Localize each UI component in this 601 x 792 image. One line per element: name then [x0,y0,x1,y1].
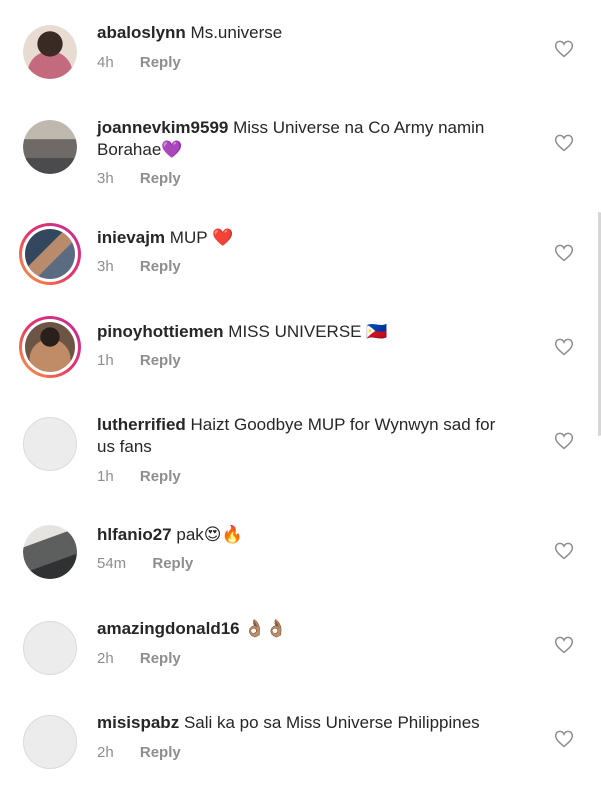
avatar-story-ring[interactable] [19,223,81,285]
reply-button[interactable]: Reply [140,468,181,485]
comment-body: joannevkim9599 Miss Universe na Co Army … [97,117,517,161]
comment-meta: 1h Reply [97,468,181,485]
reply-button[interactable]: Reply [152,555,193,572]
comment-username[interactable]: joannevkim9599 [97,118,228,137]
comment-username[interactable]: amazingdonald16 [97,619,240,638]
comment-body: pinoyhottiemen MISS UNIVERSE 🇵🇭 [97,321,517,343]
avatar-photo [23,120,77,174]
avatar[interactable] [23,715,77,769]
comment-text: MUP ❤️ [169,228,234,247]
avatar-photo [23,525,77,579]
reply-button[interactable]: Reply [140,258,181,275]
heart-outline-icon[interactable] [554,39,574,58]
reply-button[interactable]: Reply [140,352,181,369]
comment-text: pak😍🔥 [176,525,243,544]
comment-username[interactable]: pinoyhottiemen [97,322,224,341]
comment-username[interactable]: misispabz [97,713,179,732]
comment-time: 2h [97,650,114,667]
heart-outline-icon[interactable] [554,431,574,450]
comment-body: lutherrified Haizt Goodbye MUP for Wynwy… [97,414,517,458]
comment-time: 1h [97,468,114,485]
avatar-ring-inner [22,226,78,282]
comment-body: inievajm MUP ❤️ [97,227,517,249]
comment-time: 3h [97,170,114,187]
comment-time: 2h [97,744,114,761]
avatar[interactable] [23,621,77,675]
avatar[interactable] [23,120,77,174]
comment-body: hlfanio27 pak😍🔥 [97,524,517,546]
comment-text: 👌🏽👌🏽 [244,619,287,638]
comment-time: 54m [97,555,127,572]
heart-outline-icon[interactable] [554,635,574,654]
comment-text: Ms.universe [190,23,283,42]
avatar-photo [25,322,75,372]
avatar-photo [23,25,77,79]
heart-outline-icon[interactable] [554,243,574,262]
reply-button[interactable]: Reply [140,744,181,761]
comment-username[interactable]: abaloslynn [97,23,186,42]
avatar[interactable] [23,417,77,471]
comment-meta: 3h Reply [97,170,181,187]
comment-time: 3h [97,258,114,275]
comment-meta: 4h Reply [97,54,181,71]
comment-username[interactable]: lutherrified [97,415,186,434]
comment-meta: 1h Reply [97,352,181,369]
avatar-ring-inner [22,319,78,375]
reply-button[interactable]: Reply [140,650,181,667]
reply-button[interactable]: Reply [140,54,181,71]
avatar-photo [25,229,75,279]
avatar[interactable] [23,25,77,79]
comment-meta: 54m Reply [97,555,193,572]
comment-username[interactable]: hlfanio27 [97,525,172,544]
comment-body: abaloslynn Ms.universe [97,22,517,44]
comment-text: MISS UNIVERSE 🇵🇭 [228,322,388,341]
avatar[interactable] [23,525,77,579]
heart-outline-icon[interactable] [554,337,574,356]
comment-body: misispabz Sali ka po sa Miss Universe Ph… [97,712,517,734]
comment-meta: 3h Reply [97,258,181,275]
comment-text: Sali ka po sa Miss Universe Philippines [183,713,480,732]
comment-meta: 2h Reply [97,744,181,761]
avatar-story-ring[interactable] [19,316,81,378]
heart-outline-icon[interactable] [554,729,574,748]
comment-time: 1h [97,352,114,369]
comment-meta: 2h Reply [97,650,181,667]
heart-outline-icon[interactable] [554,133,574,152]
comment-username[interactable]: inievajm [97,228,165,247]
comment-time: 4h [97,54,114,71]
heart-outline-icon[interactable] [554,541,574,560]
reply-button[interactable]: Reply [140,170,181,187]
comment-body: amazingdonald16 👌🏽👌🏽 [97,618,517,640]
